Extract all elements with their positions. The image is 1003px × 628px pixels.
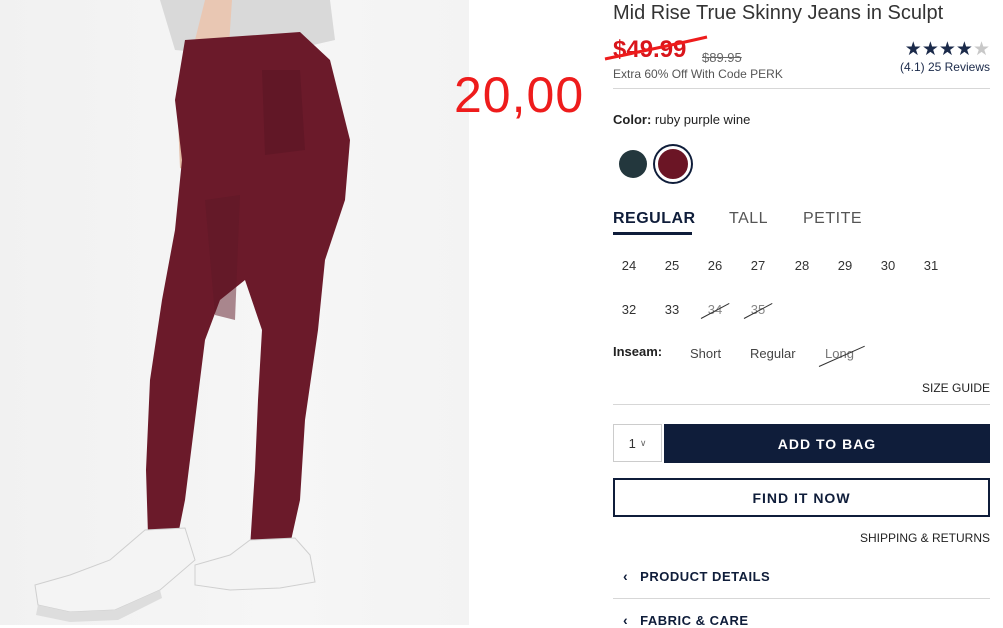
size-24[interactable]: 24 [614,258,644,273]
quantity-select[interactable]: 1 ∨ [613,424,662,462]
divider [613,88,990,89]
size-26[interactable]: 26 [700,258,730,273]
inseam-label: Inseam: [613,344,663,359]
size-33[interactable]: 33 [657,302,687,317]
accordion-label: FABRIC & CARE [640,612,749,628]
find-it-now-button[interactable]: FIND IT NOW [613,478,990,517]
promo-text: Extra 60% Off With Code PERK [613,67,783,81]
size-29[interactable]: 29 [830,258,860,273]
color-label-key: Color: [613,112,652,127]
chevron-left-icon: ‹ [623,568,629,584]
price-strike-annotation [604,35,708,61]
star-icon: ★ [904,39,922,60]
inseam-regular[interactable]: Regular [750,346,796,361]
tab-petite[interactable]: PETITE [803,210,862,228]
chevron-left-icon: ‹ [623,612,629,628]
color-value: ruby purple wine [654,112,751,127]
shipping-returns-link[interactable]: SHIPPING & RETURNS [860,531,990,545]
chevron-down-icon: ∨ [639,437,647,448]
rating-stars[interactable]: ★★★★★ [905,38,990,61]
size-25[interactable]: 25 [657,258,687,273]
tab-regular-underline [613,232,692,235]
inseam-short[interactable]: Short [690,346,721,361]
size-guide-link[interactable]: SIZE GUIDE [922,381,990,395]
add-to-bag-button[interactable]: ADD TO BAG [664,424,990,463]
tab-regular[interactable]: REGULAR [613,210,696,228]
reviews-link[interactable]: (4.1) 25 Reviews [900,60,990,74]
size-27[interactable]: 27 [743,258,773,273]
swatch-dark-teal[interactable] [619,150,647,178]
accordion-label: PRODUCT DETAILS [640,568,771,584]
accordion-product-details[interactable]: ‹ PRODUCT DETAILS [623,568,770,584]
divider [613,404,990,405]
star-icon: ★ [955,39,973,60]
star-icon: ★ [921,39,939,60]
size-32[interactable]: 32 [614,302,644,317]
handwritten-price-annotation: 20,00 [454,67,585,123]
original-price: $89.95 [702,50,742,65]
tab-tall[interactable]: TALL [729,210,768,228]
size-28[interactable]: 28 [787,258,817,273]
color-label: Color: ruby purple wine [613,112,750,127]
swatch-ruby-purple-wine[interactable] [655,146,691,182]
size-30[interactable]: 30 [873,258,903,273]
product-image [0,0,469,625]
star-empty-icon: ★ [972,39,990,60]
size-31[interactable]: 31 [916,258,946,273]
product-title: Mid Rise True Skinny Jeans in Sculpt [613,2,944,24]
divider [613,598,990,599]
accordion-fabric-care[interactable]: ‹ FABRIC & CARE [623,612,749,628]
quantity-value: 1 [628,435,636,451]
star-icon: ★ [938,39,956,60]
inseam-long-unavailable[interactable]: Long [825,346,854,361]
